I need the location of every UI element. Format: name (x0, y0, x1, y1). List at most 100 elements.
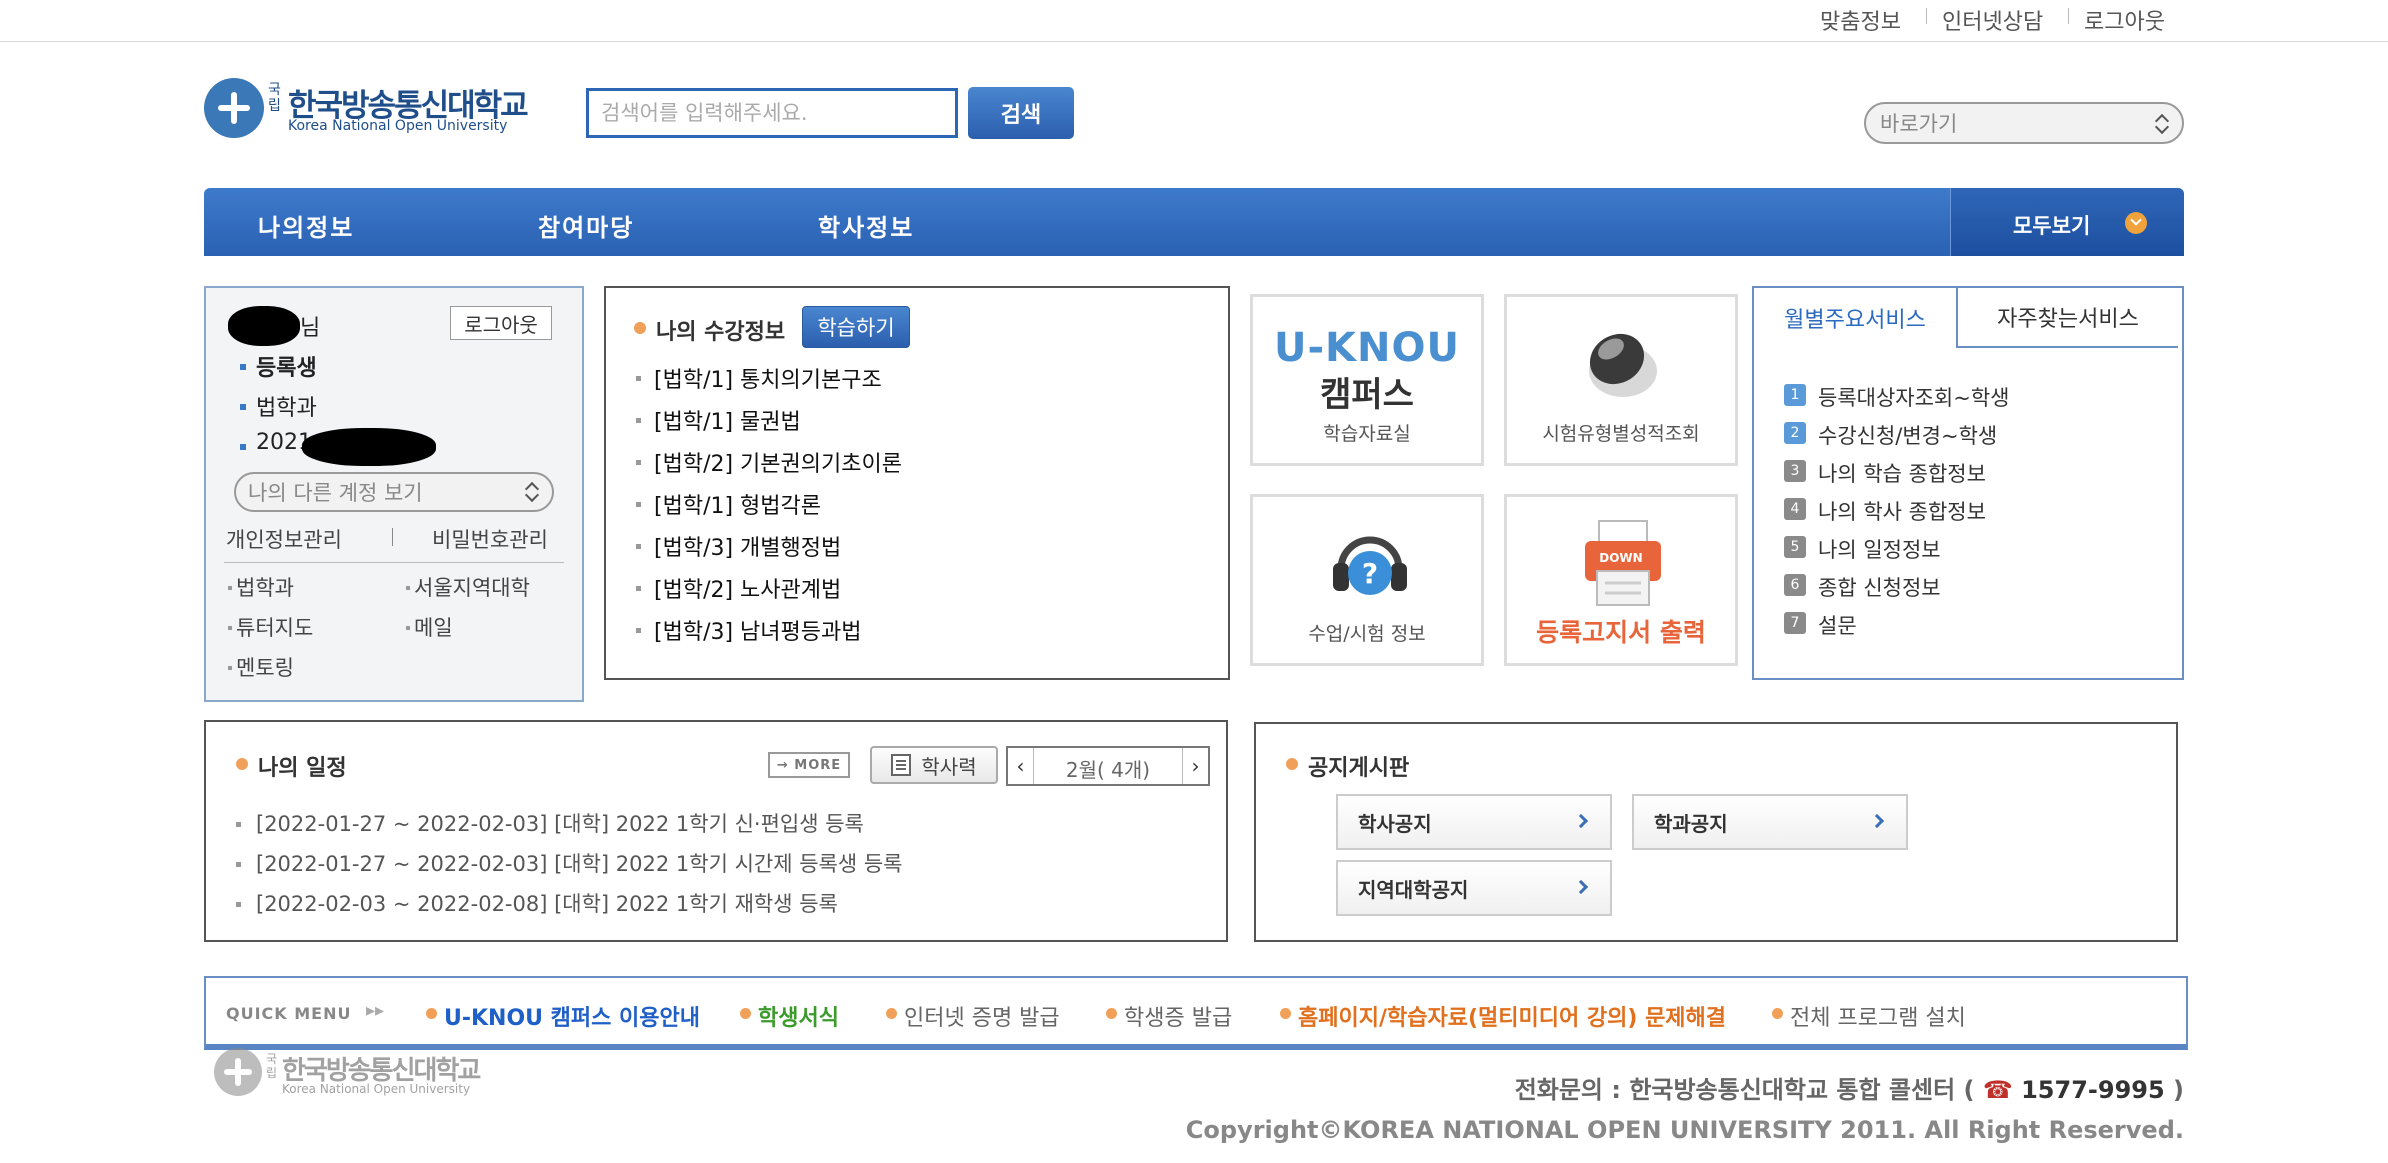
schedule-title: 나의 일정 (258, 756, 347, 781)
notice-title: 공지게시판 (1308, 756, 1410, 781)
bullet-icon (240, 404, 246, 410)
section-dot-icon (1286, 758, 1298, 770)
shortcut-dept[interactable]: 법학과 (236, 572, 294, 602)
bullet-icon (636, 544, 641, 549)
service-item[interactable]: 나의 일정정보 (1818, 534, 1941, 564)
service-item[interactable]: 나의 학사 종합정보 (1818, 496, 1986, 526)
redacted-id (302, 428, 436, 466)
custom-info-link[interactable]: 맞춤정보 (1820, 4, 1901, 36)
bullet-icon (406, 586, 410, 590)
internet-consult-link[interactable]: 인터넷상담 (1942, 4, 2043, 36)
register-notice-caption: 등록고지서 출력 (1536, 618, 1706, 647)
service-item[interactable]: 수강신청/변경~학생 (1818, 420, 1997, 450)
study-button[interactable]: 학습하기 (802, 306, 910, 348)
shortcut-tutor[interactable]: 튜터지도 (236, 612, 313, 642)
quick-menu-bar: QUICK MENU ▸▸ U-KNOU 캠퍼스 이용안내 학생서식 인터넷 증… (204, 976, 2188, 1050)
quick-certificate[interactable]: 인터넷 증명 발급 (904, 1000, 1060, 1032)
bullet-icon (636, 586, 641, 591)
course-item[interactable]: [법학/3] 개별행정법 (654, 530, 841, 562)
view-all-button[interactable]: 모두보기 (1950, 188, 2184, 256)
other-account-select[interactable]: 나의 다른 계정 보기 (234, 472, 554, 512)
top-logout-link[interactable]: 로그아웃 (2084, 4, 2165, 36)
quick-ucampus-guide[interactable]: U-KNOU 캠퍼스 이용안내 (444, 1000, 700, 1032)
phone-number: 1577-9995 (2021, 1076, 2165, 1104)
personal-info-link[interactable]: 개인정보관리 (226, 524, 342, 554)
tab-frequent-services[interactable]: 자주찾는서비스 (1956, 288, 2178, 348)
link-separator (392, 528, 393, 546)
academic-calendar-button[interactable]: 학사력 (870, 746, 998, 784)
tab-monthly-services[interactable]: 월별주요서비스 (1754, 288, 1956, 348)
number-7-icon: 7 (1784, 612, 1806, 634)
dept-notice-button[interactable]: 학과공지 (1632, 794, 1908, 850)
number-3-icon: 3 (1784, 460, 1806, 482)
service-item[interactable]: 종합 신청정보 (1818, 572, 1941, 602)
quick-student-card[interactable]: 학생증 발급 (1124, 1000, 1232, 1032)
top-separator (1926, 8, 1927, 24)
shortcut-mail[interactable]: 메일 (414, 612, 453, 642)
notice-board-panel: 공지게시판 학사공지 학과공지 지역대학공지 (1254, 722, 2178, 942)
bullet-icon (636, 418, 641, 423)
schedule-item[interactable]: [2022-02-03 ~ 2022-02-08] [대학] 2022 1학기 … (256, 888, 838, 918)
top-separator (2068, 8, 2069, 24)
number-6-icon: 6 (1784, 574, 1806, 596)
search-input[interactable] (586, 88, 958, 138)
quick-troubleshoot[interactable]: 홈페이지/학습자료(멀티미디어 강의) 문제해결 (1298, 1000, 1726, 1032)
next-month-button[interactable]: › (1182, 748, 1208, 784)
course-panel: 나의 수강정보 학습하기 [법학/1] 통치의기본구조 [법학/1] 물권법 [… (604, 286, 1230, 680)
nav-academic-info[interactable]: 학사정보 (818, 208, 914, 243)
name-suffix: 님 (300, 316, 321, 341)
quick-student-forms[interactable]: 학생서식 (758, 1000, 839, 1032)
class-exam-caption: 수업/시험 정보 (1308, 623, 1426, 645)
course-item[interactable]: [법학/2] 기본권의기초이론 (654, 446, 902, 478)
course-item[interactable]: [법학/3] 남녀평등과법 (654, 614, 862, 646)
academic-notice-button[interactable]: 학사공지 (1336, 794, 1612, 850)
course-item[interactable]: [법학/1] 형법각론 (654, 488, 821, 520)
register-notice-tile[interactable]: DOWN 등록고지서 출력 (1504, 494, 1738, 666)
shortcut-select[interactable]: 바로가기 (1864, 102, 2184, 144)
section-dot-icon (236, 758, 248, 770)
search-button[interactable]: 검색 (968, 87, 1074, 139)
bullet-icon (406, 626, 410, 630)
exam-result-tile[interactable]: 시험유형별성적조회 (1504, 294, 1738, 466)
academic-calendar-label: 학사력 (921, 754, 977, 779)
number-4-icon: 4 (1784, 498, 1806, 520)
region-notice-button[interactable]: 지역대학공지 (1336, 860, 1612, 916)
quick-dot-icon (1280, 1008, 1291, 1019)
prev-month-button[interactable]: ‹ (1008, 748, 1034, 784)
schedule-panel: 나의 일정 → MORE 학사력 ‹ 2월( 4개) › [2022-01-27… (204, 720, 1228, 942)
more-button[interactable]: → MORE (768, 752, 850, 778)
number-5-icon: 5 (1784, 536, 1806, 558)
shortcut-region[interactable]: 서울지역대학 (414, 572, 530, 602)
schedule-item[interactable]: [2022-01-27 ~ 2022-02-03] [대학] 2022 1학기 … (256, 848, 903, 878)
chevron-right-icon (1573, 879, 1589, 895)
quick-dot-icon (1106, 1008, 1117, 1019)
footer-logo: 국립 한국방송통신대학교 Korea National Open Univers… (214, 1046, 514, 1100)
ucampus-logo: U-KNOU (1273, 325, 1461, 371)
university-logo[interactable]: 국립 한국방송통신대학교 Korea National Open Univers… (204, 76, 556, 140)
nav-my-info[interactable]: 나의정보 (258, 208, 354, 243)
course-title: 나의 수강정보 (656, 320, 786, 345)
course-item[interactable]: [법학/1] 통치의기본구조 (654, 362, 882, 394)
ucampus-tile[interactable]: U-KNOU 캠퍼스 학습자료실 (1250, 294, 1484, 466)
class-exam-tile[interactable]: ? 수업/시험 정보 (1250, 494, 1484, 666)
bullet-icon (240, 364, 246, 370)
course-item[interactable]: [법학/2] 노사관계법 (654, 572, 841, 604)
chevron-right-icon (1869, 813, 1885, 829)
nav-participation[interactable]: 참여마당 (538, 208, 634, 243)
down-badge: DOWN (1599, 551, 1643, 565)
service-item[interactable]: 설문 (1818, 610, 1857, 640)
logo-prefix: 국립 (268, 82, 281, 114)
ucampus-sub: 캠퍼스 (1320, 375, 1414, 415)
bullet-icon (228, 626, 232, 630)
footer-emblem-icon (214, 1048, 262, 1096)
bullet-icon (636, 628, 641, 633)
quick-install-programs[interactable]: 전체 프로그램 설치 (1790, 1000, 1966, 1032)
service-item[interactable]: 등록대상자조회~학생 (1818, 382, 2009, 412)
panel-logout-button[interactable]: 로그아웃 (450, 306, 552, 340)
shortcut-mentoring[interactable]: 멘토링 (236, 652, 294, 682)
select-updown-icon (2154, 113, 2168, 135)
course-item[interactable]: [법학/1] 물권법 (654, 404, 801, 436)
schedule-item[interactable]: [2022-01-27 ~ 2022-02-03] [대학] 2022 1학기 … (256, 808, 864, 838)
service-item[interactable]: 나의 학습 종합정보 (1818, 458, 1986, 488)
password-link[interactable]: 비밀번호관리 (432, 524, 548, 554)
